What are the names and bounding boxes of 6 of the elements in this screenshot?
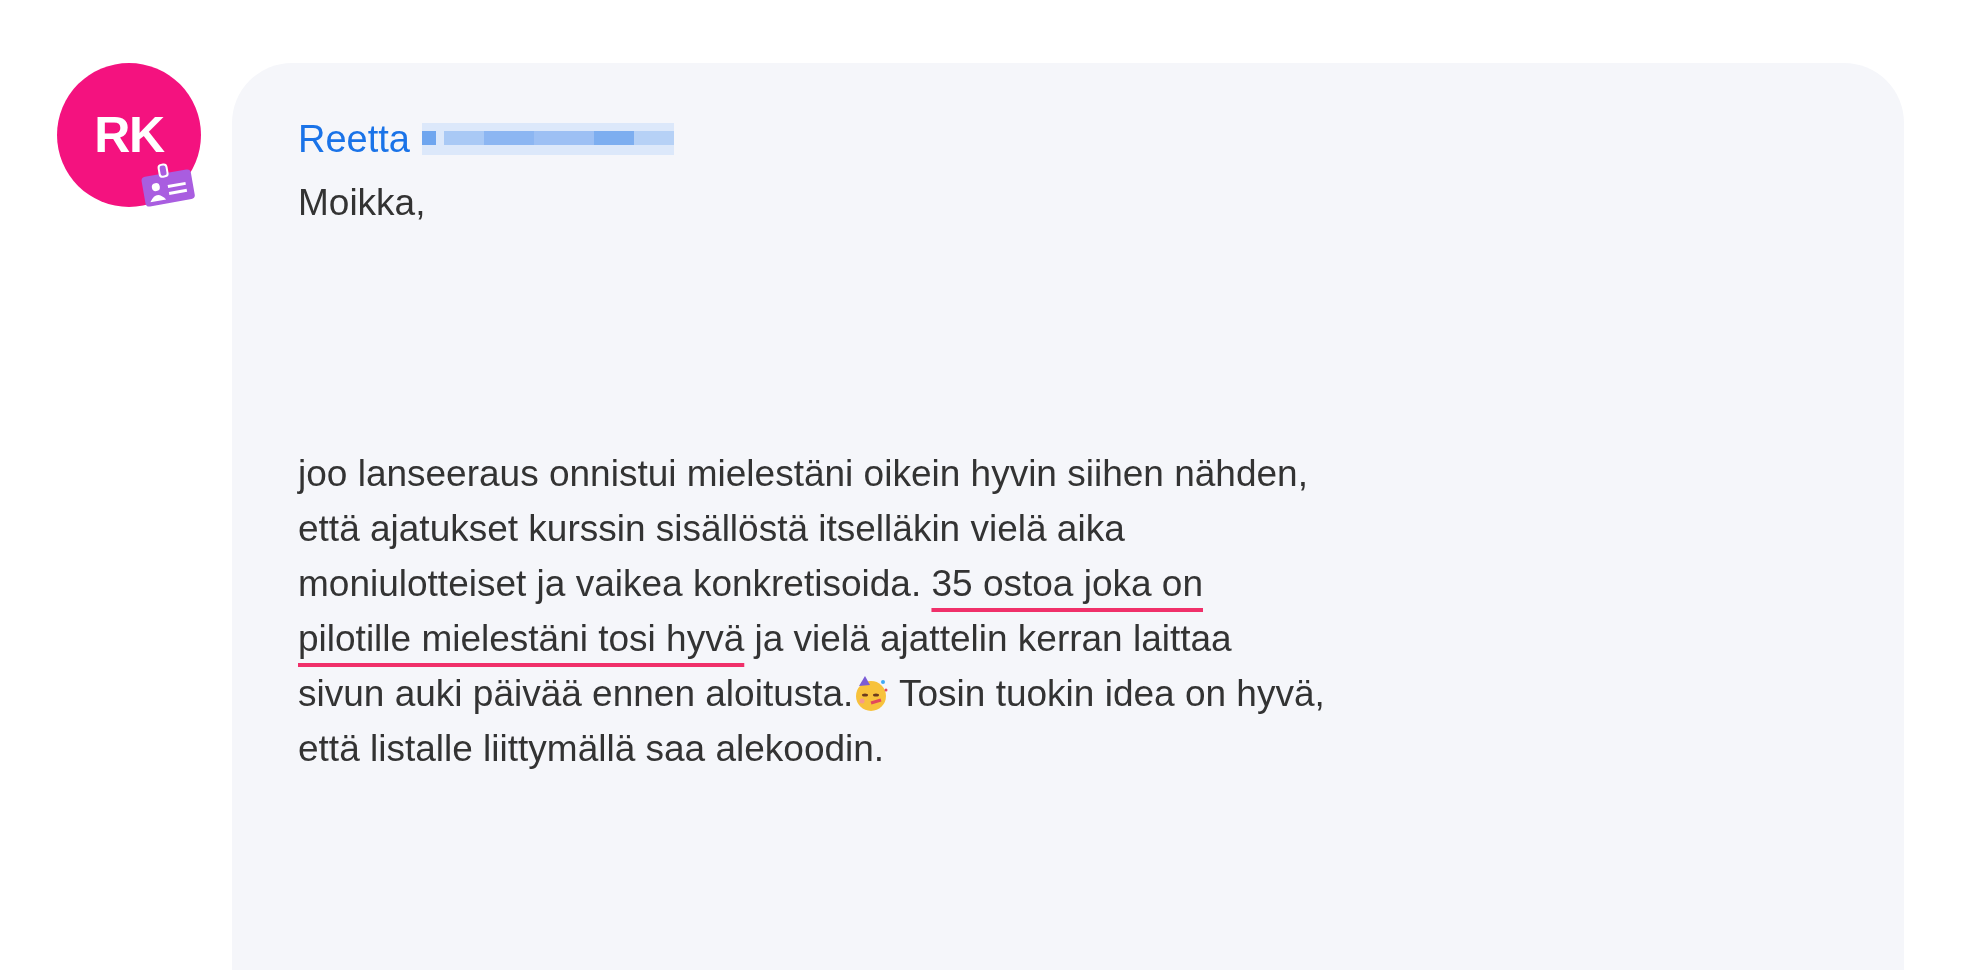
party-face-icon [853,676,890,712]
greeting-text: Moikka, [298,181,427,225]
sender-name[interactable]: Reetta [298,120,410,158]
message-text: joo lanseeraus onnistui mielestäni oikein hyvin siihen nähden, että ajatukset kurssin sisällöstä itselläkin vielä aika moniulotteiset ja vaikea konkretisoida. 35 ostoa joka on pilotille mielestäni tosi hyvä ja vielä ajattelin kerran laittaa sivun auki päivää ennen aloitusta. Tosin tuokin idea on hyvä, että listalle liittymällä saa alekoodin. [298,452,1326,771]
avatar-initials: RK [94,110,164,160]
id-badge-icon [139,161,197,207]
